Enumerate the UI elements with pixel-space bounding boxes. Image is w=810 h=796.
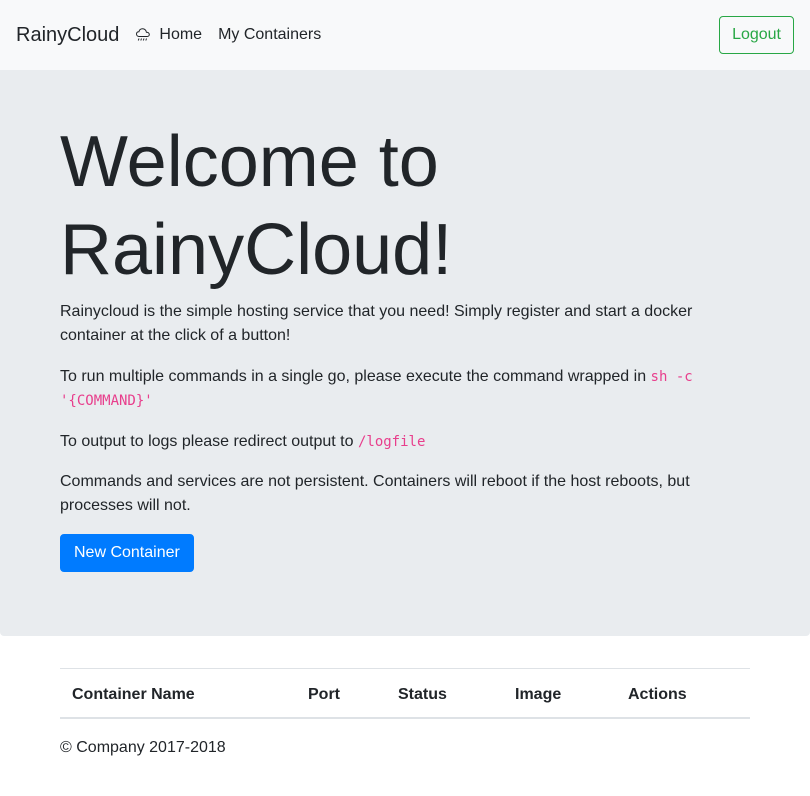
logout-button[interactable]: Logout [719,16,794,54]
navbar-brand[interactable]: RainyCloud [16,25,119,45]
column-header-actions: Actions [628,686,687,703]
intro-text: Rainycloud is the simple hosting service… [60,303,693,344]
logfile-code: /logfile [357,434,426,450]
new-container-button[interactable]: New Container [60,534,194,572]
column-header-image: Image [515,686,562,703]
page-title: Welcome to RainyCloud! [60,122,453,290]
containers-table: Container Name Port Status Image Actions [60,668,750,719]
cloud-rain-icon [136,28,151,41]
nav-link-my-containers[interactable]: My Containers [218,27,321,43]
nav-link-home[interactable]: Home [135,27,202,43]
column-header-status: Status [398,686,447,703]
multi-command-text: To run multiple commands in a single go,… [60,365,720,413]
navbar: RainyCloud Home My Containers Logout [0,0,810,70]
multi-command-prefix: To run multiple commands in a single go,… [60,368,651,385]
persistence-text: Commands and services are not persistent… [60,473,690,514]
column-header-port: Port [308,686,340,703]
column-header-container-name: Container Name [72,686,195,703]
logs-text: To output to logs please redirect output… [60,430,720,454]
jumbotron: Welcome to RainyCloud! Rainycloud is the… [0,70,810,636]
logs-prefix: To output to logs please redirect output… [60,433,358,450]
nav-link-home-label: Home [159,26,203,43]
footer-copyright: © Company 2017-2018 [60,739,226,756]
